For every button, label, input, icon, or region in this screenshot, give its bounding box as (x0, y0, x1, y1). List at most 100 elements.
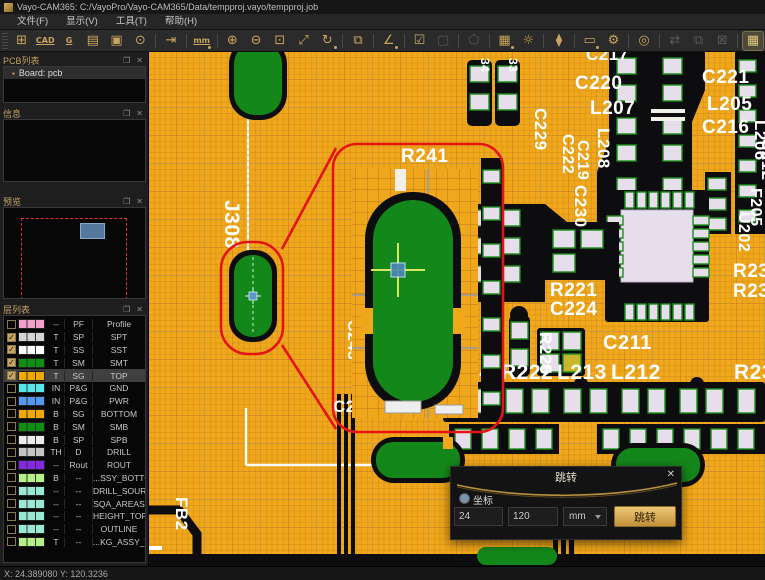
fit-view-button[interactable]: ⤢ (293, 32, 314, 50)
menu-tools[interactable]: 工具(T) (107, 14, 156, 30)
zoom-window-button[interactable]: ⊡ (269, 32, 290, 50)
layer-checkbox-checked[interactable]: ✓ (7, 358, 16, 367)
unit-mm-button[interactable]: mm (191, 32, 212, 50)
layer-checkbox[interactable] (7, 320, 16, 329)
float-panel-icon[interactable]: ❐ (120, 109, 133, 118)
layer-checkbox[interactable] (7, 486, 16, 495)
float-panel-icon[interactable]: ❐ (120, 305, 133, 314)
float-panel-icon[interactable]: ❐ (120, 56, 133, 65)
layer-row-PWR[interactable]: INP&GPWR (4, 395, 145, 408)
rotate-view-button[interactable]: ↻ (317, 32, 338, 50)
gerber-import-button[interactable]: G (59, 32, 80, 50)
layer-checkbox[interactable] (7, 435, 16, 444)
toolbar-grip[interactable] (2, 33, 8, 49)
save-button[interactable]: ▣ (106, 32, 127, 50)
unit-select[interactable]: mm (563, 507, 607, 526)
x-coordinate-input[interactable] (454, 507, 503, 526)
layer-checkbox-checked[interactable]: ✓ (7, 333, 16, 342)
layer-color-swatch[interactable] (18, 473, 45, 483)
layer-color-swatch[interactable] (18, 511, 45, 521)
layer-checkbox[interactable] (7, 448, 16, 457)
layer-color-swatch[interactable] (18, 537, 45, 547)
preview-viewport-rect[interactable] (80, 223, 105, 239)
cad-import-button[interactable]: CAD (35, 32, 56, 50)
layer-checkbox[interactable] (7, 409, 16, 418)
highlight-button[interactable]: ☼ (518, 32, 539, 50)
layer-row-TOP[interactable]: ✓TSGTOP (4, 369, 145, 382)
layer-color-swatch[interactable] (18, 499, 45, 509)
display-search-button[interactable]: ◎ (634, 32, 655, 50)
array-grid-button[interactable]: ▦ (494, 32, 515, 50)
layer-row-SST[interactable]: ✓TSSSST (4, 344, 145, 357)
layer-checkbox[interactable] (7, 461, 16, 470)
display-settings-button[interactable]: ⚙ (603, 32, 624, 50)
layer-checkbox[interactable] (7, 384, 16, 393)
layer-row-Profile[interactable]: --PFProfile (4, 318, 145, 331)
layer-row-OUTLINE[interactable]: ----OUTLINE (4, 523, 145, 536)
zoom-in-button[interactable]: ⊕ (222, 32, 243, 50)
layer-checkbox[interactable] (7, 422, 16, 431)
layer-checkbox[interactable] (7, 473, 16, 482)
close-icon[interactable]: ✕ (667, 469, 675, 480)
layer-row-SQA_AREAS[interactable]: ----SQA_AREAS (4, 497, 145, 510)
layer-color-swatch[interactable] (18, 332, 45, 342)
layer-color-swatch[interactable] (18, 371, 45, 381)
display-board-button[interactable]: ▭ (579, 32, 600, 50)
layer-checkbox[interactable] (7, 525, 16, 534)
layer-row-HEIGHT_TOP[interactable]: ----HEIGHT_TOP (4, 510, 145, 523)
menu-help[interactable]: 帮助(H) (156, 14, 206, 30)
layer-row-SPT[interactable]: ✓TSPSPT (4, 331, 145, 344)
layer-color-swatch[interactable] (18, 358, 45, 368)
float-panel-icon[interactable]: ❐ (120, 197, 133, 206)
select-check-button[interactable]: ☑ (409, 32, 430, 50)
close-panel-icon[interactable]: ✕ (133, 305, 146, 314)
menu-view[interactable]: 显示(V) (57, 14, 107, 30)
layer-checkbox[interactable] (7, 499, 16, 508)
y-coordinate-input[interactable] (508, 507, 558, 526)
layer-checkbox-checked[interactable]: ✓ (7, 345, 16, 354)
layer-color-swatch[interactable] (18, 524, 45, 534)
layer-checkbox-checked[interactable]: ✓ (7, 371, 16, 380)
grid-toggle-button[interactable]: ▦ (743, 32, 764, 50)
layer-color-swatch[interactable] (18, 319, 45, 329)
layer-color-swatch[interactable] (18, 383, 45, 393)
layer-row-...SSY_BOTTOM[interactable]: B--...SSY_BOTTOM (4, 472, 145, 485)
close-panel-icon[interactable]: ✕ (133, 56, 146, 65)
layer-checkbox[interactable] (7, 397, 16, 406)
record-button[interactable]: ⊙ (130, 32, 151, 50)
layer-color-swatch[interactable] (18, 460, 45, 470)
layer-color-swatch[interactable] (18, 409, 45, 419)
layer-row-...KG_ASSY_TOP[interactable]: T--...KG_ASSY_TOP (4, 536, 145, 549)
layer-row-ROUT[interactable]: --RoutROUT (4, 459, 145, 472)
layer-row-SPB[interactable]: BSPSPB (4, 433, 145, 446)
menu-file[interactable]: 文件(F) (8, 14, 57, 30)
preview-panel[interactable] (3, 207, 146, 299)
layer-row-SMB[interactable]: BSMSMB (4, 420, 145, 433)
layer-row-DRILL[interactable]: THDDRILL (4, 446, 145, 459)
jump-button[interactable]: 跳转 (614, 506, 676, 527)
layer-row-SMT[interactable]: ✓TSMSMT (4, 356, 145, 369)
open-project-button[interactable]: ▤ (82, 32, 103, 50)
layer-checkbox[interactable] (7, 537, 16, 546)
layer-color-swatch[interactable] (18, 435, 45, 445)
layer-color-swatch[interactable] (18, 422, 45, 432)
layer-color-swatch[interactable] (18, 396, 45, 406)
coordinate-radio[interactable] (459, 493, 470, 504)
new-window-button[interactable]: ⧉ (348, 32, 369, 50)
zoom-out-button[interactable]: ⊖ (246, 32, 267, 50)
layer-color-swatch[interactable] (18, 486, 45, 496)
layer-row-GND[interactable]: INP&GGND (4, 382, 145, 395)
board-list-item[interactable]: ▪ Board: pcb (4, 67, 145, 79)
layer-name: PWR (92, 396, 145, 406)
measure-button[interactable]: ∠ (378, 32, 399, 50)
new-file-button[interactable]: ⊞ (11, 32, 32, 50)
close-panel-icon[interactable]: ✕ (133, 197, 146, 206)
tag-button[interactable]: ⧫ (549, 32, 570, 50)
layer-row-BOTTOM[interactable]: BSGBOTTOM (4, 408, 145, 421)
export-button[interactable]: ⇥ (161, 32, 182, 50)
layer-checkbox[interactable] (7, 512, 16, 521)
layer-color-swatch[interactable] (18, 345, 45, 355)
layer-row-DRILL_SOUR[interactable]: ----DRILL_SOUR (4, 484, 145, 497)
close-panel-icon[interactable]: ✕ (133, 109, 146, 118)
layer-color-swatch[interactable] (18, 447, 45, 457)
